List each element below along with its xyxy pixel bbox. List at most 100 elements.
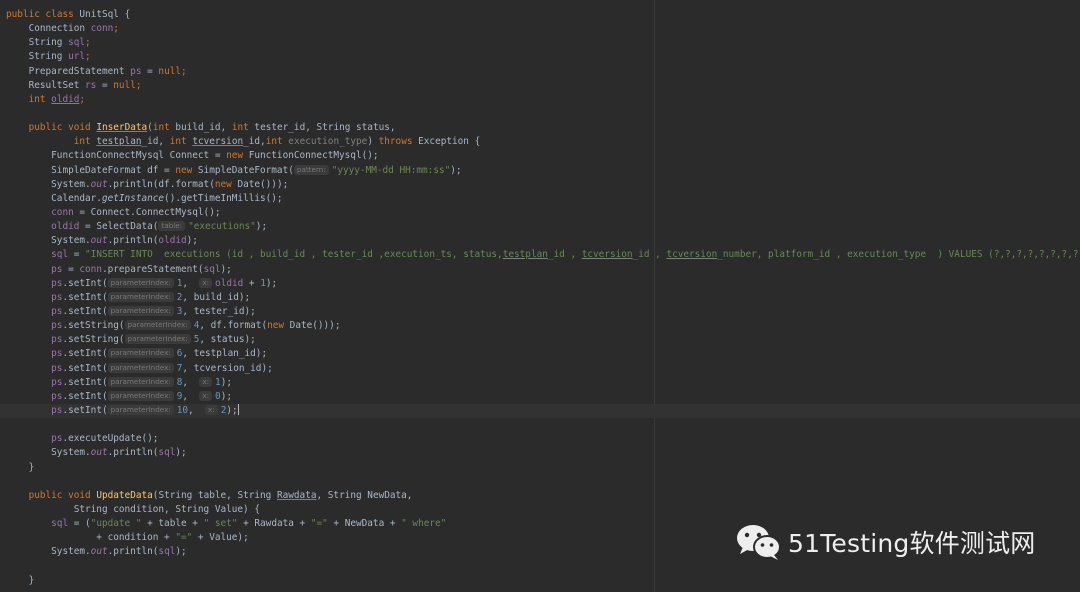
string-literal: " where" (401, 518, 447, 530)
code-line[interactable]: ps.setInt(parameterIndex: 3, tester_id); (0, 305, 1080, 319)
code-line[interactable]: ps.setInt(parameterIndex: 8, x: 1); (0, 376, 1080, 390)
code-line[interactable]: public class UnitSql { (0, 8, 1080, 22)
code-token: System. (6, 447, 91, 459)
code-token: + Value); (192, 532, 249, 544)
string-literal: "executions" (188, 221, 256, 233)
code-line[interactable]: public void UpdateData(String table, Str… (0, 489, 1080, 503)
code-line[interactable]: sql = "INSERT INTO executions (id , buil… (0, 248, 1080, 262)
code-line[interactable]: int oldid; (0, 93, 1080, 107)
string-literal: "=" (310, 518, 328, 530)
method-name: UpdateData (96, 489, 153, 501)
code-token: ); (265, 277, 278, 289)
code-line[interactable]: public void InserData(int build_id, int … (0, 121, 1080, 135)
code-line[interactable]: Calendar.getInstance().getTimeInMillis()… (0, 192, 1080, 206)
code-line[interactable]: SimpleDateFormat df = new SimpleDateForm… (0, 164, 1080, 178)
code-token: , status); (199, 334, 256, 346)
field-ref: sql (51, 249, 69, 261)
parameter-hint: parameterIndex: (107, 390, 174, 401)
code-line[interactable]: ps.setInt(parameterIndex: 6, testplan_id)… (0, 347, 1080, 361)
code-token: ) (367, 136, 379, 148)
code-line[interactable]: System.out.println(sql); (0, 446, 1080, 460)
code-line[interactable]: String condition, String Value) { (0, 503, 1080, 517)
code-area[interactable]: public class UnitSql { Connection conn; … (0, 8, 1080, 588)
code-line[interactable]: oldid = SelectData(table: "executions"); (0, 220, 1080, 234)
code-token: .setInt( (62, 277, 108, 289)
keyword: null (158, 65, 181, 77)
string-literal: "INSERT INTO executions (id , build_id ,… (85, 249, 503, 261)
code-token: _id, (243, 136, 266, 148)
field-ref: ps (51, 433, 63, 445)
code-line[interactable]: ps.setInt(parameterIndex: 9, x: 0); (0, 390, 1080, 404)
code-line[interactable] (0, 418, 1080, 432)
code-token: ); (220, 263, 232, 275)
field-declaration: conn (90, 23, 114, 35)
code-token: .setInt( (62, 305, 108, 317)
code-token: = (96, 79, 114, 91)
code-token: } (6, 461, 35, 473)
field-ref: ps (51, 348, 63, 360)
string-literal: _number, platform_id , execution_type ) … (717, 249, 1080, 261)
code-line[interactable]: ps.setString(parameterIndex: 4, df.format… (0, 319, 1080, 333)
code-line[interactable]: ps.setString(parameterIndex: 5, status); (0, 333, 1080, 347)
field-ref: ps (51, 320, 63, 332)
code-token: .setInt( (62, 291, 108, 303)
code-token: System. (6, 546, 91, 558)
code-line[interactable]: ps.setInt(parameterIndex: 2, build_id); (0, 291, 1080, 305)
code-token: + (243, 277, 261, 289)
code-token: Date())); (231, 178, 289, 190)
number-literal: 10 (176, 404, 189, 416)
code-token: .setInt( (62, 376, 108, 388)
code-token: , testplan_id); (182, 348, 268, 360)
field-ref: ps (51, 305, 63, 317)
keyword: int (265, 136, 283, 148)
code-token: Connection (6, 23, 91, 35)
code-line[interactable]: ps.setInt(parameterIndex: 1, x: oldid + 1)… (0, 277, 1080, 291)
code-line[interactable]: ps.executeUpdate(); (0, 432, 1080, 446)
code-line[interactable]: String sql; (0, 36, 1080, 50)
parameter-hint: parameterIndex: (107, 362, 174, 373)
field-ref: sql (51, 518, 69, 530)
code-line[interactable]: ps.setInt(parameterIndex: 7, tcversion_id… (0, 362, 1080, 376)
code-line[interactable] (0, 475, 1080, 489)
code-token: tester_id, String status, (248, 122, 396, 134)
static-field: out (90, 447, 108, 459)
code-token: .println( (107, 235, 159, 247)
code-token: , (182, 376, 200, 388)
code-line[interactable]: ResultSet rs = null; (0, 79, 1080, 93)
parameter-hint: pattern: (293, 164, 329, 175)
code-token: ); (226, 404, 238, 416)
field-ref: ps (51, 291, 63, 303)
code-token: FunctionConnectMysql Connect = (6, 150, 227, 162)
field-declaration: url (68, 51, 86, 63)
code-line[interactable]: } (0, 574, 1080, 588)
code-editor[interactable]: public class UnitSql { Connection conn; … (0, 0, 1080, 592)
code-line[interactable]: System.out.println(oldid); (0, 234, 1080, 248)
field-declaration: oldid (51, 93, 80, 105)
keyword: new (226, 150, 244, 162)
unused-parameter: execution_type (288, 136, 368, 148)
code-token: , tester_id); (182, 305, 256, 317)
code-line[interactable]: String url; (0, 50, 1080, 64)
code-line[interactable]: ps = conn.prepareStatement(sql); (0, 263, 1080, 277)
code-line[interactable]: } (0, 461, 1080, 475)
code-token: ); (450, 164, 462, 176)
code-line[interactable]: int testplan_id, int tcversion_id,int ex… (0, 135, 1080, 149)
code-line[interactable]: conn = Connect.ConnectMysql(); (0, 206, 1080, 220)
code-line[interactable]: Connection conn; (0, 22, 1080, 36)
code-token: = SelectData( (79, 221, 159, 233)
code-line[interactable]: System.out.println(df.format(new Date())… (0, 178, 1080, 192)
keyword: int (73, 136, 91, 148)
keyword: public (28, 122, 63, 134)
code-line[interactable]: PreparedStatement ps = null; (0, 65, 1080, 79)
code-token: ); (255, 221, 268, 233)
code-line[interactable]: ps.setInt(parameterIndex: 10, x: 2); (0, 403, 1080, 419)
code-token: = (68, 249, 86, 261)
code-line[interactable] (0, 107, 1080, 121)
code-line[interactable]: FunctionConnectMysql Connect = new Funct… (0, 149, 1080, 163)
